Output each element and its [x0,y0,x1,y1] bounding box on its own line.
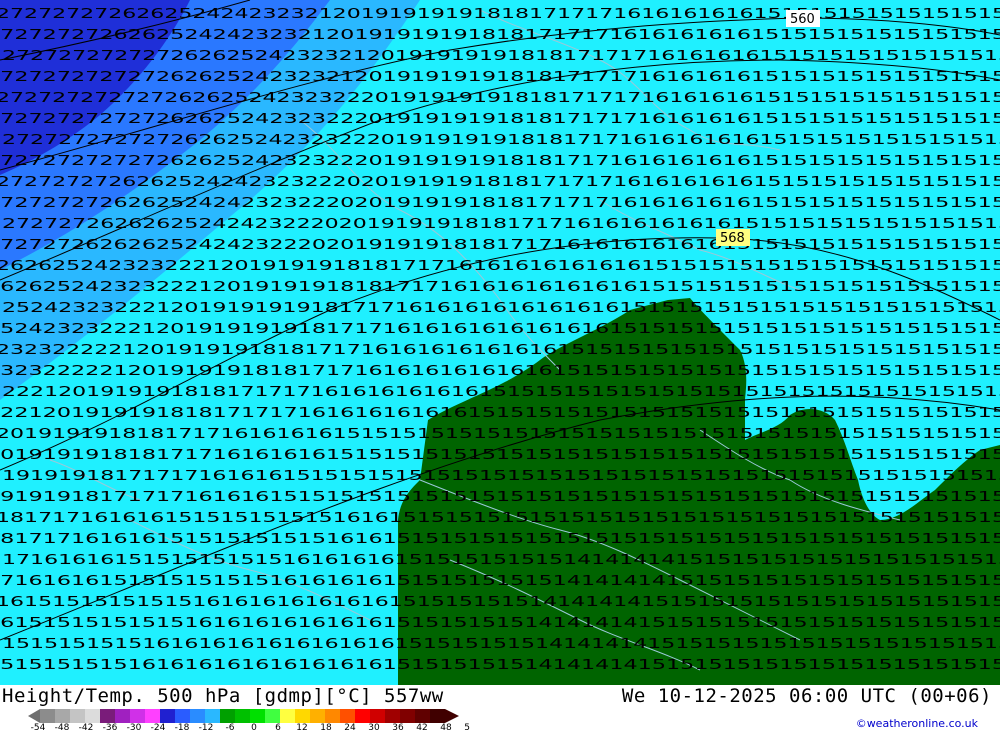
valid-time: We 10-12-2025 06:00 UTC (00+06) [621,685,992,707]
colorbar-tick-label: -12 [199,723,214,733]
colorbar-ticks: -54 -48 -42 -36 -30 -24 -18 -12 -6 0 6 12 18 24 30 36 42… [31,723,470,733]
label-row: 1615151515151516161616161616151515151514… [0,615,1000,631]
label-row: 2626252423232221201919191818171716161616… [0,258,1000,274]
label-row: 1515151515161616161616161616151515151514… [2,636,1000,652]
colorbar-tick-label: -24 [151,723,166,733]
label-row: 2221201919191818171717161616161616151515… [0,405,1000,421]
label-row: 2727272726262524242323212019191919181817… [0,6,1000,22]
label-row: 2727272626262524242322202019191918181717… [2,216,1000,232]
colorbar-tick-label: 18 [320,723,332,733]
label-row: 1716161615151515151516161616151515151515… [0,573,1000,589]
colorbar-tick-label: 42 [416,723,427,733]
label-row: 1515151515161616161616161616151515151514… [0,657,1000,673]
colorbar-tick-label: 6 [275,723,281,733]
copyright-link[interactable]: ©weatheronline.co.uk [856,717,978,730]
label-row: 2727272727272626252423232220191919191818… [0,111,1000,127]
label-row: 1615151515151516161616161616151515151514… [0,594,1000,610]
label-row: 2727272727272626252423232120191919191818… [2,48,1000,64]
label-row: 2524232322212019191919181717161616161616… [2,300,1000,316]
label-row: 2727272727272626252423232220191919191818… [0,90,1000,106]
map-title: Height/Temp. 500 hPa [gdmp][°C] 557ww [2,685,444,707]
label-row: 1716161615151515151516161616151515151515… [2,552,1000,568]
label-row: 1919191817171716161615151515151515151515… [2,468,1000,484]
label-row: 2221201919191818171717161616161616151515… [2,384,1000,400]
label-row: 2727272727272626252423232220191919191818… [0,153,1000,169]
map-canvas: 2727272726262524242323212019191919181817… [0,0,1000,685]
colorbar-tick-label: -6 [226,723,235,733]
label-row: 1817171616161515151515151616151515151515… [0,510,1000,526]
colorbar-tick-label: 48 [440,723,452,733]
colorbar-tick-label: 0 [251,723,257,733]
contour-label-568: 568 [720,231,745,246]
colorbar-tick-label: 36 [392,723,404,733]
colorbar-tick-label: 54 [464,723,470,733]
label-row: 1817171616161515151515151616151515151515… [0,531,1000,547]
label-row: 2626252423232221201919191818171716161616… [0,279,1000,295]
colorbar-tick-label: -30 [127,723,142,733]
map-footer: Height/Temp. 500 hPa [gdmp][°C] 557ww We… [0,685,1000,733]
label-row: 2727272626262524242322202019191918181717… [0,237,1000,253]
colorbar-tick-label: 30 [368,723,380,733]
label-row: 2727272727272626252423232220191919191818… [2,132,1000,148]
label-row: 2727272727272626252423232120191919191818… [0,69,1000,85]
label-row: 2524232322212019191919181717161616161616… [0,321,1000,337]
label-row: 1919191817171716161615151515151515151515… [0,489,1000,505]
label-row: 2019191918181717161616161515151515151515… [0,447,1000,463]
contour-label-560: 560 [790,12,815,27]
colorbar-tick-label: 12 [296,723,307,733]
label-row: 2727272726262524242323222020191919181817… [0,174,1000,190]
label-row: 2019191918181717161616161515151515151515… [0,426,1000,442]
label-row: 2727272726262524242323222020191919181817… [0,195,1000,211]
label-row: 2727272726262524242323212019191919181817… [0,27,1000,43]
weather-map: 2727272726262524242323212019191919181817… [0,0,1000,685]
label-row: 2323222221201919191818171716161616161616… [0,342,1000,358]
colorbar-tick-label: -54 [31,723,46,733]
label-row: 2323222221201919191818171716161616161616… [0,363,1000,379]
colorbar-tick-label: -18 [175,723,190,733]
colorbar-tick-label: -48 [55,723,70,733]
colorbar-tick-label: -36 [103,723,118,733]
colorbar-tick-label: 24 [344,723,356,733]
colorbar-tick-label: -42 [79,723,94,733]
